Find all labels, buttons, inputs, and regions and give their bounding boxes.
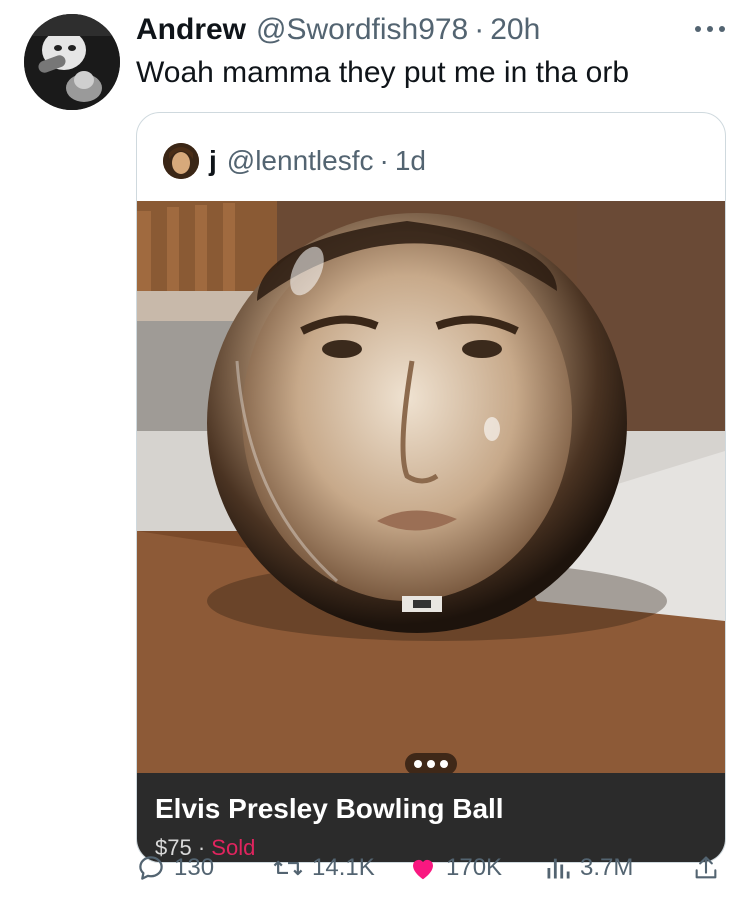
share-button[interactable] xyxy=(692,848,728,888)
action-bar: 130 14.1K 170K 3.7M xyxy=(136,848,724,888)
tweet[interactable]: Andrew @Swordfish978 · 20h Woah mamma th… xyxy=(0,0,750,919)
carousel-dot xyxy=(414,760,422,768)
quoted-separator: · xyxy=(379,145,389,176)
author-avatar[interactable] xyxy=(24,14,120,110)
more-icon[interactable] xyxy=(692,22,728,36)
carousel-dot xyxy=(440,760,448,768)
like-count: 170K xyxy=(446,854,503,881)
tweet-header: Andrew @Swordfish978 · 20h xyxy=(136,12,540,48)
reply-icon xyxy=(139,856,163,880)
retweet-button[interactable]: 14.1K xyxy=(272,848,375,888)
retweet-count: 14.1K xyxy=(312,854,375,881)
analytics-icon xyxy=(547,858,570,879)
quoted-tweet[interactable]: j @lenntlesfc · 1d Elvis Presley Bowling… xyxy=(136,112,726,863)
quoted-author-handle: @lenntlesfc xyxy=(226,145,374,176)
like-button[interactable]: 170K xyxy=(408,848,502,888)
quoted-photo[interactable] xyxy=(137,201,725,773)
quoted-header: j @lenntlesfc · 1d xyxy=(163,141,426,181)
reply-count: 130 xyxy=(174,854,215,881)
retweet-icon xyxy=(273,860,303,876)
share-icon xyxy=(695,856,717,879)
separator-dot: · xyxy=(474,13,485,46)
author-name[interactable]: Andrew xyxy=(136,13,246,47)
tweet-text: Woah mamma they put me in tha orb xyxy=(136,56,630,89)
quoted-author-name: j xyxy=(209,145,217,176)
author-handle[interactable]: @Swordfish978 xyxy=(256,13,468,47)
views-button[interactable]: 3.7M xyxy=(544,848,633,888)
heart-icon xyxy=(413,859,433,880)
carousel-indicator[interactable] xyxy=(405,753,457,773)
carousel-dot xyxy=(427,760,435,768)
quoted-timestamp: 1d xyxy=(394,145,426,176)
views-count: 3.7M xyxy=(580,854,634,881)
reply-button[interactable]: 130 xyxy=(136,848,214,888)
timestamp[interactable]: 20h xyxy=(490,13,540,47)
quoted-avatar xyxy=(163,143,199,179)
listing-title: Elvis Presley Bowling Ball xyxy=(155,793,504,824)
